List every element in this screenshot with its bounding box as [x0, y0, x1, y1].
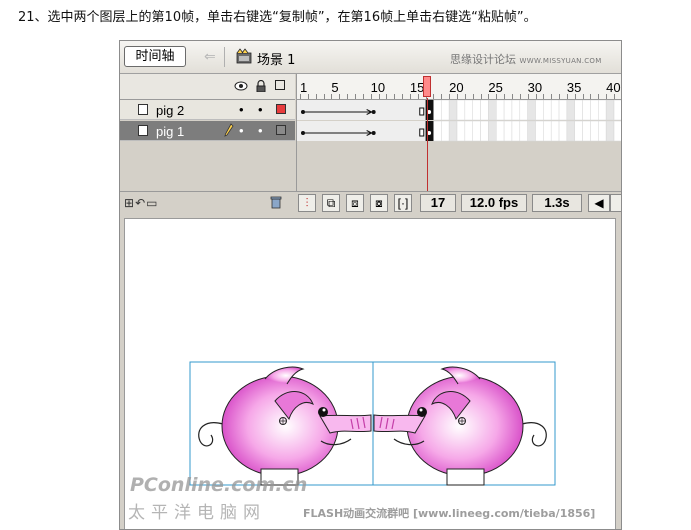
watermark-top: 思缘设计论坛 WWW.MISSYUAN.COM [450, 51, 602, 67]
ruler-tick [480, 94, 482, 99]
scene-label[interactable]: 场景 1 [257, 49, 295, 68]
ruler-tick [464, 94, 466, 99]
ruler-number: 5 [331, 80, 339, 95]
frames-empty-area [296, 142, 621, 194]
ruler-tick [543, 94, 545, 99]
onion-skin-icon[interactable]: ⧉ [322, 194, 340, 212]
lock-dot[interactable]: • [258, 102, 263, 117]
visible-dot[interactable]: • [239, 123, 244, 138]
current-frame-field: 17 [420, 194, 456, 212]
ruler-tick [307, 94, 309, 99]
layer-row-pig2[interactable]: pig 2 • • [120, 100, 295, 120]
watermark-en: WWW.MISSYUAN.COM [519, 57, 602, 65]
timeline-toolbar: 时间轴 ⇐ 场景 1 思缘设计论坛 WWW.MISSYUAN.COM [120, 41, 621, 74]
watermark-pconline: PConline.com.cn [130, 474, 308, 496]
lock-icon[interactable] [256, 80, 266, 92]
frame-rate-field[interactable]: 12.0 fps [461, 194, 527, 212]
ruler-tick [323, 94, 325, 99]
back-arrow-icon[interactable]: ⇐ [204, 48, 216, 65]
watermark-cn: 思缘设计论坛 [450, 53, 516, 66]
ruler-tick [582, 94, 584, 99]
ruler-tick [559, 94, 561, 99]
ruler-tick [433, 94, 435, 99]
insert-layer-icon[interactable]: ⊞ [124, 196, 135, 210]
ruler-tick [504, 94, 506, 99]
ruler-tick [402, 94, 404, 99]
center-frame-icon[interactable]: ⫶ [298, 194, 316, 212]
ruler-number: 25 [488, 80, 503, 95]
layer-icon [138, 104, 148, 115]
layer-empty-area [120, 142, 621, 194]
trash-icon[interactable] [270, 195, 282, 209]
modify-onion-markers-icon[interactable]: [·] [394, 194, 412, 212]
pig-left[interactable] [198, 366, 372, 486]
layer-tools: ⊞↶▭ [124, 196, 158, 210]
edit-multiple-frames-icon[interactable]: ⧇ [370, 194, 388, 212]
watermark-forum: FLASH动画交流群吧 [www.lineeg.com/tieba/1856] [303, 507, 596, 520]
layer-icon [138, 125, 148, 136]
insert-folder-icon[interactable]: ▭ [146, 196, 158, 210]
layer-header [120, 74, 295, 100]
ruler-tick [598, 94, 600, 99]
ruler-number: 10 [370, 80, 386, 95]
timeline-status-bar: ⊞↶▭ ⫶ ⧉ ⧈ ⧇ [·] 17 12.0 fps 1.3s ◀ [120, 191, 621, 214]
ruler-tick [590, 94, 592, 99]
flash-window: 时间轴 ⇐ 场景 1 思缘设计论坛 WWW.MISSYUAN.COM 1 5 10 1… [119, 40, 622, 530]
ruler-tick [339, 94, 341, 99]
ruler-number: 20 [449, 80, 464, 95]
ruler-tick [386, 94, 388, 99]
frame-ruler[interactable]: 1 5 10 15 20 25 30 35 40 [296, 74, 621, 100]
frame-grid[interactable] [296, 100, 622, 142]
ruler-tick [394, 94, 396, 99]
layer-color-swatch[interactable] [276, 104, 286, 114]
toolbar-separator [224, 47, 225, 67]
outline-icon[interactable] [275, 80, 285, 90]
layer-row-pig1[interactable]: pig 1 • • [120, 121, 295, 141]
scene-icon [236, 48, 252, 64]
instruction-text: 21、选中两个图层上的第10帧，单击右键选“复制帧”，在第16帧上单击右键选“粘… [18, 10, 537, 25]
watermark-pconline-cn: 太平洋电脑网 [128, 503, 266, 523]
layer-name: pig 2 [156, 103, 185, 118]
ruler-tick [347, 94, 349, 99]
ruler-number: 30 [527, 80, 543, 95]
lock-dot[interactable]: • [258, 123, 263, 138]
ruler-number: 40 [606, 80, 621, 95]
ruler-tick [472, 94, 474, 99]
elapsed-time-field: 1.3s [532, 194, 582, 212]
eye-icon[interactable] [234, 81, 248, 91]
layer-color-swatch[interactable] [276, 125, 286, 135]
scroll-right-icon[interactable] [610, 194, 621, 212]
ruler-number: 1 [300, 80, 308, 95]
ruler-tick [519, 94, 521, 99]
playhead-line [427, 98, 428, 194]
layer-name: pig 1 [156, 124, 185, 139]
ruler-number: 35 [566, 80, 582, 95]
pig-right[interactable] [373, 366, 547, 486]
ruler-tick [551, 94, 553, 99]
ruler-tick [315, 94, 317, 99]
timeline-button[interactable]: 时间轴 [124, 46, 186, 67]
onion-outline-icon[interactable]: ⧈ [346, 194, 364, 212]
pencil-icon [224, 123, 234, 137]
ruler-tick [362, 94, 364, 99]
playhead[interactable] [423, 76, 431, 97]
ruler-tick [354, 94, 356, 99]
visible-dot[interactable]: • [239, 102, 244, 117]
ruler-tick [441, 94, 443, 99]
frame-cells[interactable] [297, 100, 622, 142]
ruler-tick [511, 94, 513, 99]
add-guide-layer-icon[interactable]: ↶ [135, 196, 146, 210]
scroll-left-icon[interactable]: ◀ [588, 194, 610, 212]
